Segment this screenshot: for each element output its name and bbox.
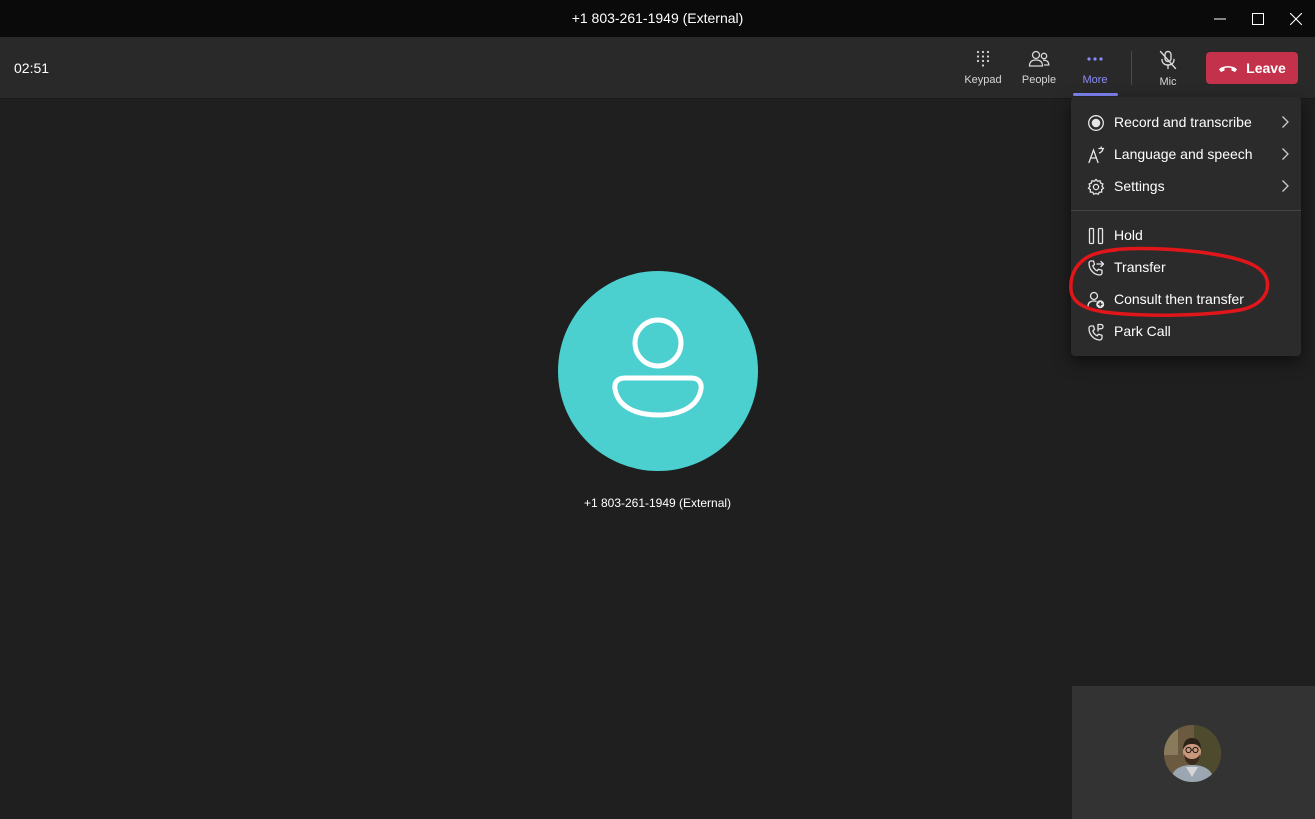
menu-item-language-and-speech[interactable]: Language and speech (1071, 138, 1301, 170)
leave-button[interactable]: Leave (1206, 52, 1298, 84)
participant-avatar (558, 271, 758, 471)
mic-label: Mic (1159, 76, 1177, 88)
menu-item-record-and-transcribe[interactable]: Record and transcribe (1071, 106, 1301, 138)
menu-item-label: Park Call (1114, 323, 1171, 339)
people-icon (1028, 50, 1050, 67)
menu-item-label: Hold (1114, 227, 1143, 243)
menu-item-park-call[interactable]: Park Call (1071, 315, 1301, 347)
hang-up-icon (1219, 66, 1238, 72)
menu-item-label: Settings (1114, 178, 1165, 194)
window-titlebar: +1 803-261-1949 (External) (0, 0, 1315, 37)
call-timer: 02:51 (14, 60, 50, 76)
user-avatar (1164, 725, 1221, 782)
gear-icon (1087, 178, 1105, 196)
menu-item-label: Language and speech (1114, 146, 1253, 162)
close-icon (1290, 12, 1302, 25)
chevron-right-icon (1282, 180, 1289, 192)
language-icon (1088, 146, 1105, 164)
menu-item-label: Record and transcribe (1114, 114, 1252, 130)
menu-item-label: Consult then transfer (1114, 291, 1244, 307)
keypad-icon (976, 50, 990, 67)
maximize-icon (1252, 12, 1264, 25)
menu-item-transfer[interactable]: Transfer (1071, 251, 1301, 283)
chevron-right-icon (1282, 148, 1289, 160)
close-window-button[interactable] (1277, 0, 1315, 37)
people-label: People (1021, 74, 1057, 86)
more-options-icon (1087, 57, 1103, 61)
more-label: More (1082, 74, 1108, 86)
maximize-button[interactable] (1239, 0, 1277, 37)
keypad-button[interactable]: Keypad (960, 50, 1006, 96)
menu-divider (1071, 210, 1301, 211)
more-active-indicator (1073, 93, 1118, 96)
toolbar-separator (1131, 51, 1132, 85)
window-title: +1 803-261-1949 (External) (571, 10, 744, 26)
menu-item-consult-then-transfer[interactable]: Consult then transfer (1071, 283, 1301, 315)
menu-item-label: Transfer (1114, 259, 1166, 275)
mic-button[interactable]: Mic (1146, 50, 1190, 96)
more-button[interactable]: More (1072, 50, 1118, 96)
person-icon (612, 317, 704, 418)
mic-off-icon (1159, 50, 1177, 70)
more-options-menu: Record and transcribe Language and speec… (1071, 97, 1301, 356)
minimize-icon (1214, 18, 1226, 19)
menu-item-hold[interactable]: Hold (1071, 219, 1301, 251)
people-button[interactable]: People (1016, 50, 1062, 96)
leave-label: Leave (1246, 60, 1286, 76)
user-photo-icon (1164, 725, 1221, 782)
park-call-icon (1088, 323, 1104, 341)
participant-name: +1 803-261-1949 (External) (583, 496, 732, 510)
self-view-tile (1072, 686, 1315, 819)
keypad-label: Keypad (964, 74, 1002, 86)
chevron-right-icon (1282, 116, 1289, 128)
minimize-button[interactable] (1201, 0, 1239, 37)
record-icon (1088, 115, 1104, 131)
transfer-icon (1088, 260, 1105, 276)
consult-transfer-icon (1087, 291, 1105, 309)
pause-icon (1088, 227, 1104, 245)
menu-item-settings[interactable]: Settings (1071, 170, 1301, 202)
